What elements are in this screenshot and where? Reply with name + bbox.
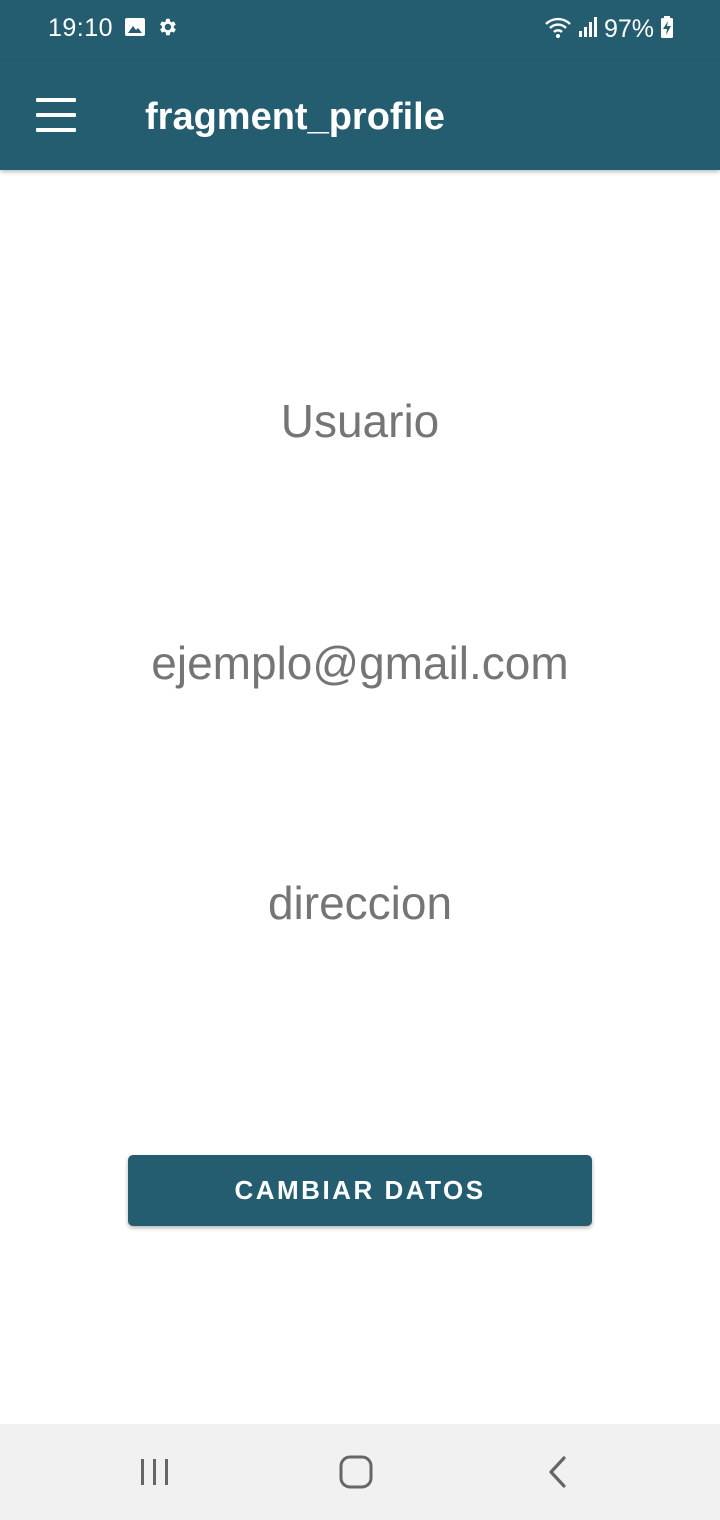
menu-line-top <box>36 98 76 102</box>
status-time: 19:10 <box>48 14 114 42</box>
recents-icon[interactable] <box>125 1452 185 1492</box>
gear-icon <box>156 16 178 43</box>
back-icon[interactable] <box>528 1452 588 1492</box>
system-nav-bar <box>0 1424 720 1520</box>
change-data-button[interactable]: CAMBIAR DATOS <box>128 1155 592 1226</box>
hamburger-menu-icon[interactable] <box>36 98 76 132</box>
app-bar: fragment_profile <box>0 60 720 170</box>
image-icon <box>124 16 146 43</box>
home-icon[interactable] <box>326 1452 386 1492</box>
signal-icon <box>578 15 598 44</box>
profile-username: Usuario <box>280 395 440 447</box>
page-title: fragment_profile <box>145 96 445 138</box>
wifi-icon <box>544 15 572 44</box>
battery-charging-icon <box>660 15 674 44</box>
profile-email: ejemplo@gmail.com <box>151 637 569 689</box>
profile-address: direccion <box>267 877 453 929</box>
battery-percentage: 97% <box>603 14 654 43</box>
status-bar: 19:10 97% <box>0 0 720 60</box>
menu-line-middle <box>36 113 76 117</box>
menu-line-bottom <box>36 128 76 132</box>
status-system-icons: 97% <box>544 14 674 44</box>
status-notification-icons <box>124 16 178 42</box>
